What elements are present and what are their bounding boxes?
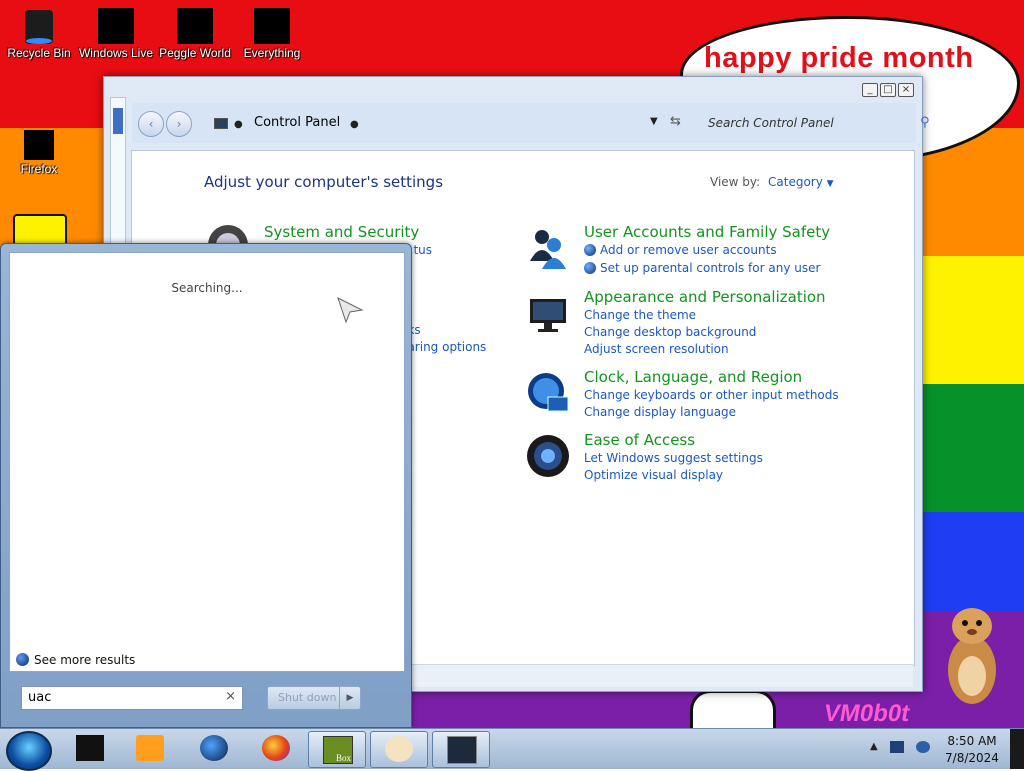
link-change-theme[interactable]: Change the theme	[584, 308, 696, 322]
show-hidden-icons-button[interactable]: ▲	[870, 741, 878, 752]
hamster-image	[948, 608, 996, 704]
address-dropdown-icon[interactable]: ▼	[650, 116, 658, 127]
ease-of-access-icon	[527, 435, 569, 477]
taskbar-item-active[interactable]	[432, 731, 490, 768]
desktop-icon-label: Firefox	[20, 162, 58, 176]
taskbar-item[interactable]	[186, 731, 242, 766]
shield-icon	[584, 244, 596, 256]
search-globe-icon	[16, 653, 29, 666]
start-button[interactable]	[6, 731, 52, 771]
show-desktop-button[interactable]	[1010, 729, 1024, 769]
close-button[interactable]: ×	[898, 83, 914, 97]
desktop-icon-everything[interactable]: Everything	[234, 4, 310, 60]
search-input[interactable]: Search Control Panel	[708, 116, 834, 130]
clock-date: 7/8/2024	[945, 751, 999, 765]
address-bar: ‹ › ● Control Panel ● ▼ ⇆ Search Control…	[132, 103, 930, 143]
desktop-icon-label: Everything	[243, 46, 301, 60]
desktop-icon-peggle-world[interactable]: Peggle World	[157, 4, 233, 60]
peggle-icon	[177, 8, 213, 44]
control-panel-icon	[214, 118, 228, 129]
link-add-remove-users[interactable]: Add or remove user accounts	[600, 243, 777, 257]
shutdown-options-arrow-icon[interactable]: ▶	[339, 687, 360, 709]
chevron-down-icon: ▼	[826, 179, 834, 189]
link-screen-resolution[interactable]: Adjust screen resolution	[584, 342, 729, 356]
search-status: Searching...	[171, 281, 243, 295]
taskbar-item-active[interactable]	[370, 731, 428, 768]
taskbar-item-active[interactable]: Box	[308, 731, 366, 768]
user-accounts-icon	[530, 230, 566, 269]
windows-live-icon	[98, 8, 134, 44]
start-search-input[interactable]: uac ×	[21, 686, 243, 710]
firefox-icon	[24, 130, 54, 160]
breadcrumb-chevron-icon[interactable]: ●	[350, 119, 359, 130]
mouse-cursor-icon	[337, 297, 364, 324]
taskbar: Box ▲ 8:50 AM 7/8/2024	[0, 728, 1024, 771]
view-by-dropdown[interactable]: Category ▼	[768, 175, 834, 189]
firefox-icon	[262, 735, 290, 761]
search-icon[interactable]: ⚲	[920, 115, 930, 130]
shutdown-label: Shut down	[278, 691, 337, 704]
clear-search-icon[interactable]: ×	[225, 689, 236, 704]
recycle-bin-icon	[21, 8, 57, 44]
page-title: Adjust your computer's settings	[204, 173, 444, 191]
wallpaper-scribble	[690, 690, 776, 733]
taskbar-item[interactable]	[62, 731, 118, 766]
breadcrumb-control-panel[interactable]: Control Panel	[254, 115, 340, 130]
category-clock-language[interactable]: Clock, Language, and Region	[584, 368, 802, 386]
link-parental-controls[interactable]: Set up parental controls for any user	[600, 261, 820, 275]
taskbar-item[interactable]	[248, 731, 304, 766]
see-more-label: See more results	[34, 653, 136, 667]
shield-icon	[584, 262, 596, 274]
minimize-button[interactable]: _	[862, 83, 878, 97]
link-optimize-display[interactable]: Optimize visual display	[584, 468, 723, 482]
search-query: uac	[28, 690, 52, 705]
box-game-label: Box	[335, 753, 351, 763]
window-scrollbar[interactable]	[110, 97, 126, 249]
paint-icon	[385, 736, 413, 762]
view-by-label: View by:	[710, 175, 761, 189]
category-ease-of-access[interactable]: Ease of Access	[584, 431, 695, 449]
maximize-button[interactable]: □	[880, 83, 896, 97]
desktop-icon-recycle-bin[interactable]: Recycle Bin	[1, 4, 77, 60]
desktop-icon-label: Windows Live	[78, 46, 154, 60]
link-display-language[interactable]: Change display language	[584, 405, 736, 419]
scrollbar-thumb[interactable]	[113, 108, 123, 134]
control-panel-icon	[447, 736, 477, 764]
appearance-icon	[530, 299, 566, 332]
shutdown-button[interactable]: Shut down ▶	[267, 686, 361, 710]
box-game-icon: Box	[323, 736, 353, 764]
breadcrumb-chevron-icon[interactable]: ●	[234, 119, 243, 130]
globe-app-icon	[200, 735, 228, 761]
back-button[interactable]: ‹	[138, 111, 164, 137]
desktop-icon-label: Recycle Bin	[7, 46, 71, 60]
speech-bubble-text: happy pride month	[704, 42, 974, 74]
taskbar-item[interactable]	[122, 731, 178, 766]
view-by-value: Category	[768, 175, 823, 189]
clock-region-icon	[528, 373, 569, 412]
category-system-security[interactable]: System and Security	[264, 223, 419, 241]
desktop-icon-label: Peggle World	[159, 46, 231, 60]
desktop-icon-firefox[interactable]: Firefox	[1, 110, 77, 176]
system-clock[interactable]: 8:50 AM 7/8/2024	[940, 733, 1004, 767]
wallpaper-stamp-text: VM0b0t	[821, 700, 912, 727]
volume-icon[interactable]	[916, 741, 930, 753]
media-player-icon	[136, 735, 164, 761]
clock-time: 8:50 AM	[947, 734, 997, 748]
everything-icon	[254, 8, 290, 44]
link-change-keyboards[interactable]: Change keyboards or other input methods	[584, 388, 839, 402]
category-user-accounts[interactable]: User Accounts and Family Safety	[584, 223, 830, 241]
desktop-icon-windows-live[interactable]: Windows Live	[78, 4, 154, 60]
link-suggest-settings[interactable]: Let Windows suggest settings	[584, 451, 763, 465]
refresh-icon[interactable]: ⇆	[670, 114, 681, 129]
black-app-icon	[76, 735, 104, 761]
link-desktop-background[interactable]: Change desktop background	[584, 325, 756, 339]
category-appearance[interactable]: Appearance and Personalization	[584, 288, 826, 306]
network-icon[interactable]	[890, 741, 904, 753]
see-more-results-link[interactable]: See more results	[16, 653, 135, 667]
forward-button[interactable]: ›	[166, 111, 192, 137]
